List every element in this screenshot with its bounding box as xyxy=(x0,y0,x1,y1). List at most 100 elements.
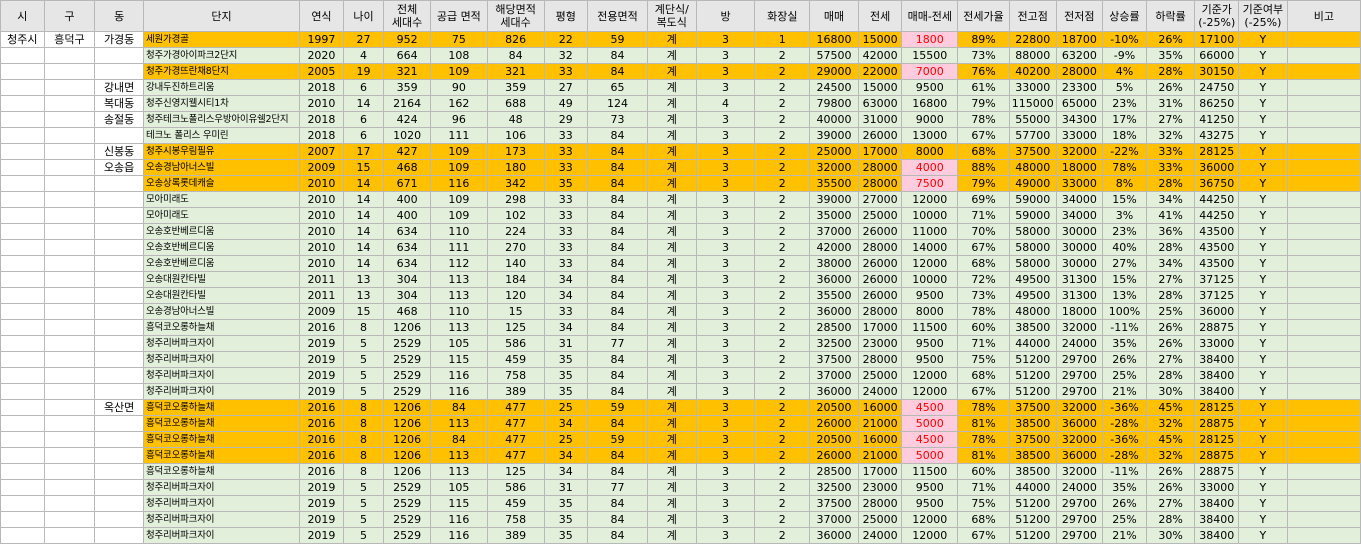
table-cell[interactable]: 36% xyxy=(1145,223,1196,240)
table-cell[interactable]: Y xyxy=(1238,175,1288,192)
table-cell[interactable] xyxy=(1286,495,1361,512)
table-cell[interactable]: 2019 xyxy=(299,479,344,496)
table-cell[interactable]: 37500 xyxy=(1008,143,1057,160)
table-cell[interactable]: Y xyxy=(1238,511,1288,528)
table-cell[interactable]: 68% xyxy=(957,511,1010,528)
table-cell[interactable]: 35000 xyxy=(809,207,859,224)
table-cell[interactable]: 6 xyxy=(342,79,385,96)
table-cell[interactable]: -36% xyxy=(1102,431,1147,448)
table-cell[interactable]: 33 xyxy=(543,207,589,224)
table-cell[interactable]: 84 xyxy=(587,463,648,480)
cell-dong[interactable] xyxy=(94,351,144,368)
cell-complex-name[interactable]: 강내두진하트리움 xyxy=(142,79,301,96)
table-cell[interactable] xyxy=(1286,79,1361,96)
cell-complex-name[interactable]: 오송호반베르디움 xyxy=(142,255,301,272)
table-cell[interactable]: 39000 xyxy=(809,191,859,208)
cell-gu[interactable] xyxy=(43,95,96,112)
table-cell[interactable]: 224 xyxy=(486,223,545,240)
cell-gu[interactable] xyxy=(43,479,96,496)
table-cell[interactable]: 8000 xyxy=(901,143,959,160)
table-cell[interactable]: 3 xyxy=(695,255,756,272)
table-cell[interactable]: 21000 xyxy=(857,415,903,432)
table-cell[interactable]: 13% xyxy=(1102,287,1147,304)
cell-complex-name[interactable]: 모아미래도 xyxy=(142,191,301,208)
table-cell[interactable]: 36000 xyxy=(809,271,859,288)
table-cell[interactable]: 49 xyxy=(543,95,589,112)
table-cell[interactable]: 2164 xyxy=(383,95,431,112)
table-cell[interactable]: 2016 xyxy=(299,431,344,448)
table-cell[interactable]: 17100 xyxy=(1194,31,1240,48)
table-cell[interactable]: 계 xyxy=(646,239,697,256)
table-cell[interactable]: 2 xyxy=(754,255,811,272)
cell-gu[interactable] xyxy=(43,463,96,480)
table-cell[interactable]: 35 xyxy=(543,175,589,192)
table-cell[interactable]: 113 xyxy=(429,271,488,288)
table-cell[interactable]: 계 xyxy=(646,127,697,144)
table-cell[interactable]: Y xyxy=(1238,31,1288,48)
table-cell[interactable]: 33000 xyxy=(1055,127,1104,144)
table-cell[interactable] xyxy=(1286,207,1361,224)
table-cell[interactable]: 16000 xyxy=(857,399,903,416)
table-cell[interactable]: 2529 xyxy=(383,495,431,512)
table-cell[interactable]: 75% xyxy=(957,495,1010,512)
table-cell[interactable]: 84 xyxy=(587,159,648,176)
table-cell[interactable]: 32000 xyxy=(809,159,859,176)
cell-si[interactable] xyxy=(0,127,45,144)
table-cell[interactable]: 58000 xyxy=(1008,255,1057,272)
table-cell[interactable]: 31 xyxy=(543,335,589,352)
cell-si[interactable] xyxy=(0,431,45,448)
table-cell[interactable]: 36000 xyxy=(809,383,859,400)
table-cell[interactable]: 22800 xyxy=(1008,31,1057,48)
table-cell[interactable]: 9500 xyxy=(901,351,959,368)
table-cell[interactable]: 14 xyxy=(342,95,385,112)
table-cell[interactable]: 51200 xyxy=(1008,383,1057,400)
cell-complex-name[interactable]: 흥덕코오롱하늘채 xyxy=(142,431,301,448)
table-cell[interactable]: 30000 xyxy=(1055,255,1104,272)
table-cell[interactable]: 계 xyxy=(646,511,697,528)
table-cell[interactable]: Y xyxy=(1238,399,1288,416)
table-cell[interactable]: 389 xyxy=(486,527,545,544)
table-cell[interactable]: 63200 xyxy=(1055,47,1104,64)
cell-dong[interactable] xyxy=(94,415,144,432)
cell-si[interactable] xyxy=(0,335,45,352)
table-cell[interactable]: 38400 xyxy=(1194,367,1240,384)
table-cell[interactable]: 758 xyxy=(486,367,545,384)
table-cell[interactable]: 1020 xyxy=(383,127,431,144)
table-cell[interactable]: 34 xyxy=(543,415,589,432)
table-cell[interactable]: 2 xyxy=(754,431,811,448)
table-cell[interactable]: 100% xyxy=(1102,303,1147,320)
table-cell[interactable]: 59 xyxy=(587,431,648,448)
cell-complex-name[interactable]: 청주테크노폴리스우방아이유쉘2단지 xyxy=(142,111,301,128)
table-cell[interactable]: 2 xyxy=(754,223,811,240)
column-header[interactable]: 공급 면적 xyxy=(429,0,488,32)
cell-dong[interactable] xyxy=(94,447,144,464)
cell-gu[interactable] xyxy=(43,111,96,128)
table-cell[interactable]: 계 xyxy=(646,111,697,128)
table-cell[interactable]: 계 xyxy=(646,95,697,112)
cell-gu[interactable] xyxy=(43,143,96,160)
table-cell[interactable]: 28875 xyxy=(1194,415,1240,432)
cell-si[interactable] xyxy=(0,47,45,64)
table-cell[interactable]: 116 xyxy=(429,175,488,192)
cell-dong[interactable] xyxy=(94,287,144,304)
table-cell[interactable]: 48000 xyxy=(1008,159,1057,176)
table-cell[interactable]: 3 xyxy=(695,383,756,400)
table-cell[interactable]: 140 xyxy=(486,255,545,272)
table-cell[interactable]: 90 xyxy=(429,79,488,96)
table-cell[interactable]: 18% xyxy=(1102,127,1147,144)
table-cell[interactable]: 44000 xyxy=(1008,479,1057,496)
cell-dong[interactable] xyxy=(94,127,144,144)
table-cell[interactable]: 계 xyxy=(646,207,697,224)
table-cell[interactable]: -10% xyxy=(1102,31,1147,48)
table-cell[interactable]: 25000 xyxy=(857,207,903,224)
table-cell[interactable]: 28125 xyxy=(1194,143,1240,160)
cell-dong[interactable] xyxy=(94,383,144,400)
table-cell[interactable]: 38500 xyxy=(1008,319,1057,336)
cell-gu[interactable] xyxy=(43,159,96,176)
table-cell[interactable]: 2 xyxy=(754,47,811,64)
cell-complex-name[interactable]: 세원가경골 xyxy=(142,31,301,48)
table-cell[interactable] xyxy=(1286,399,1361,416)
cell-dong[interactable] xyxy=(94,47,144,64)
table-cell[interactable]: 459 xyxy=(486,495,545,512)
table-cell[interactable]: 3 xyxy=(695,511,756,528)
